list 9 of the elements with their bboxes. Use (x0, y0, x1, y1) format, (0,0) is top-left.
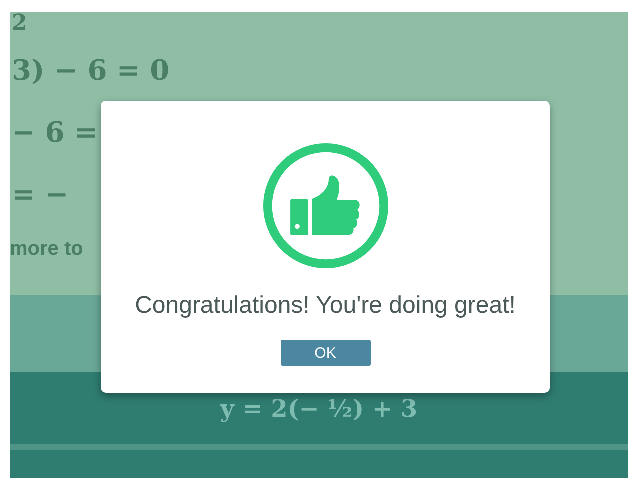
ok-button[interactable]: OK (280, 340, 370, 366)
thumbs-up-icon (262, 142, 390, 270)
equation-text: = − (12, 177, 70, 213)
congratulations-message: Congratulations! You're doing great! (135, 292, 516, 320)
instruction-text: more to (10, 238, 84, 261)
equation-text: y = 2(− ½) + 3 (220, 394, 418, 422)
equation-text: 3) − 6 = 0 (12, 53, 171, 89)
equation-text: − 6 = (12, 115, 99, 151)
equation-text: 2 (12, 12, 28, 38)
